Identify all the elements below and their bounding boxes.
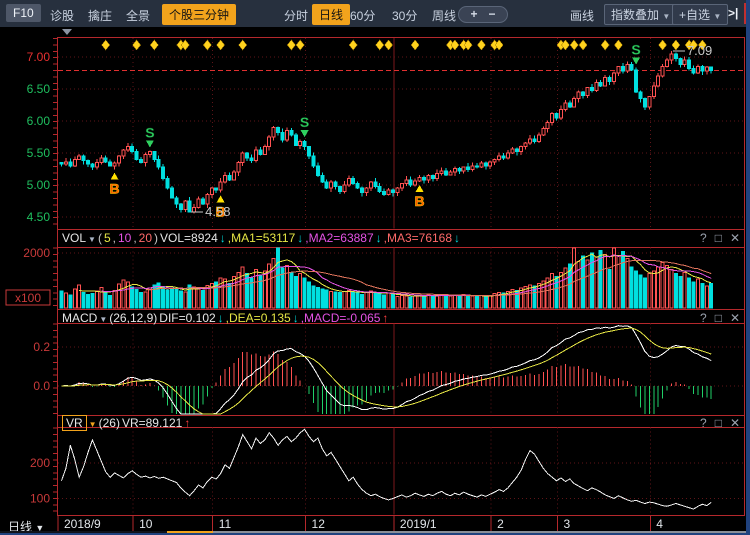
svg-text:B: B	[414, 193, 424, 209]
header-segment: (26)	[99, 416, 120, 430]
header-segment: ↓	[376, 231, 382, 245]
header-segment: )	[154, 231, 158, 245]
chevron-down-icon: ▼	[89, 420, 97, 429]
header-segment: ↑	[382, 311, 388, 325]
svg-text:0.2: 0.2	[33, 340, 50, 354]
close-icon[interactable]: ✕	[730, 231, 740, 245]
header-segment: (	[98, 231, 102, 245]
svg-text:6.50: 6.50	[27, 82, 51, 96]
svg-text:2: 2	[497, 517, 504, 531]
svg-text:2018/9: 2018/9	[64, 517, 101, 531]
help-icon[interactable]: ?	[700, 231, 707, 245]
svg-text:x100: x100	[15, 291, 41, 305]
maximize-icon[interactable]: □	[715, 231, 722, 245]
header-segment: 20	[139, 231, 152, 245]
header-segment: VOL=8924	[160, 231, 218, 245]
svg-text:4: 4	[656, 517, 663, 531]
header-segment: ↓	[297, 231, 303, 245]
header-segment: ↓	[293, 311, 299, 325]
svg-text:3: 3	[563, 517, 570, 531]
svg-text:2019/1: 2019/1	[400, 517, 437, 531]
header-segment: ↓	[454, 231, 460, 245]
svg-text:100: 100	[30, 492, 50, 506]
header-segment: ↓	[218, 311, 224, 325]
header-segment: ,MA1=53117	[228, 231, 296, 245]
svg-text:200: 200	[30, 456, 50, 470]
header-segment[interactable]: VOL	[62, 231, 86, 245]
header-segment: ,	[133, 231, 136, 245]
header-segment: 5	[104, 231, 111, 245]
svg-text:S: S	[631, 41, 640, 57]
header-segment: ,	[113, 231, 116, 245]
svg-text:12: 12	[312, 517, 326, 531]
svg-text:S: S	[145, 124, 154, 140]
chart-layers: 7.006.506.005.505.004.50BBBSSS4.587.0920…	[6, 37, 745, 531]
header-segment: ,DEA=0.135	[226, 311, 291, 325]
maximize-icon[interactable]: □	[715, 311, 722, 325]
svg-text:7.09: 7.09	[687, 43, 712, 58]
help-icon[interactable]: ?	[700, 311, 707, 325]
close-icon[interactable]: ✕	[730, 416, 740, 430]
header-segment: DIF=0.102	[159, 311, 215, 325]
vr-panel-header: VR▼(26)VR=89.121↑	[62, 416, 192, 432]
window-border-right	[746, 0, 750, 535]
svg-text:4.50: 4.50	[27, 210, 51, 224]
chevron-down-icon: ▼	[88, 235, 96, 244]
header-segment: ,MACD=-0.065	[301, 311, 381, 325]
chevron-down-icon: ▼	[99, 315, 107, 324]
vr-panel-controls: ? □ ✕	[680, 416, 740, 430]
svg-text:S: S	[300, 114, 309, 130]
header-segment: ,MA2=63887	[305, 231, 373, 245]
svg-text:11: 11	[219, 517, 232, 531]
stock-chart-window: F10 诊股 擒庄 全景 个股三分钟 分时 日线 60分 30分 周线 ▼ +−…	[0, 0, 750, 535]
volume-panel-controls: ? □ ✕	[680, 231, 740, 245]
header-segment: ,MA3=76168	[384, 231, 452, 245]
header-segment: 10	[118, 231, 131, 245]
svg-text:10: 10	[139, 517, 153, 531]
macd-panel-controls: ? □ ✕	[680, 311, 740, 325]
header-segment: VR=89.121	[122, 416, 182, 430]
svg-text:4.58: 4.58	[205, 204, 230, 219]
volume-panel-header: VOL▼(5,10,20)VOL=8924↓,MA1=53117↓,MA2=63…	[62, 231, 462, 247]
svg-text:7.00: 7.00	[27, 50, 51, 64]
header-segment: ↓	[220, 231, 226, 245]
maximize-icon[interactable]: □	[715, 416, 722, 430]
svg-text:5.50: 5.50	[27, 146, 51, 160]
svg-text:B: B	[109, 181, 119, 197]
svg-text:2000: 2000	[23, 246, 50, 260]
macd-panel-header: MACD▼(26,12,9)DIF=0.102↓,DEA=0.135↓,MACD…	[62, 311, 390, 327]
close-icon[interactable]: ✕	[730, 311, 740, 325]
help-icon[interactable]: ?	[700, 416, 707, 430]
svg-text:0.0: 0.0	[33, 379, 50, 393]
svg-text:5.00: 5.00	[27, 178, 51, 192]
svg-text:6.00: 6.00	[27, 114, 51, 128]
header-segment[interactable]: MACD	[62, 311, 97, 325]
header-segment[interactable]: VR	[62, 415, 87, 431]
header-segment: ↑	[184, 416, 190, 430]
chart-svg: 7.006.506.005.505.004.50BBBSSS4.587.0920…	[0, 0, 750, 535]
header-segment: (26,12,9)	[109, 311, 157, 325]
